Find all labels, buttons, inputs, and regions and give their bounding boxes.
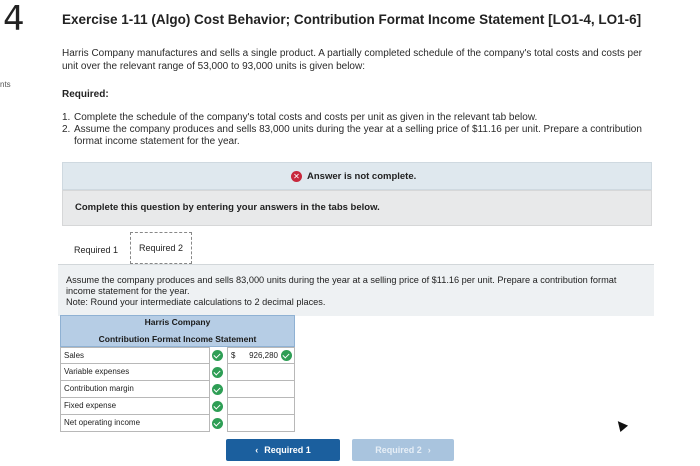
points-label: nts (0, 80, 11, 89)
next-button-label: Required 2 (375, 445, 422, 455)
row-label: Net operating income (60, 415, 210, 432)
row-label: Fixed expense (60, 398, 210, 415)
net-operating-income-input[interactable] (227, 415, 295, 432)
instruction-text: Complete this question by entering your … (75, 202, 380, 213)
row-label: Contribution margin (60, 381, 210, 398)
intro-text: Harris Company manufactures and sells a … (62, 48, 642, 72)
prev-button-label: Required 1 (264, 445, 311, 455)
table-row: Fixed expense (60, 398, 295, 415)
answer-status-text: Answer is not complete. (307, 171, 417, 182)
question-number: 4 (3, 0, 25, 39)
tab-panel: Assume the company produces and sells 83… (58, 264, 654, 316)
prev-required-button[interactable]: ‹ Required 1 (226, 439, 340, 461)
table-row: Net operating income (60, 415, 295, 432)
mouse-cursor-icon (613, 417, 629, 433)
panel-note: Note: Round your intermediate calculatio… (66, 297, 326, 307)
check-icon (212, 367, 223, 378)
chevron-right-icon: › (427, 445, 431, 455)
income-statement-table: Harris Company Contribution Format Incom… (60, 315, 295, 432)
currency-symbol: $ (231, 351, 236, 360)
table-row: Variable expenses (60, 364, 295, 381)
table-row: Contribution margin (60, 381, 295, 398)
requirements-list: 1. Complete the schedule of the company's… (62, 112, 652, 148)
table-row: Sales $ 926,280 (60, 347, 295, 364)
cell-value: 926,280 (249, 351, 278, 360)
check-icon (212, 384, 223, 395)
company-name: Harris Company (144, 317, 211, 327)
tab-required-2[interactable]: Required 2 (130, 232, 192, 264)
check-icon (212, 418, 223, 429)
panel-instructions: Assume the company produces and sells 83… (66, 275, 617, 296)
tab-required-1[interactable]: Required 1 (66, 236, 126, 264)
sales-input[interactable]: $ 926,280 (227, 347, 295, 364)
instruction-box: Complete this question by entering your … (62, 190, 652, 226)
check-icon (212, 401, 223, 412)
check-icon (212, 350, 223, 361)
row-label: Sales (60, 347, 210, 364)
requirement-item: 1. Complete the schedule of the company's… (62, 112, 538, 123)
answer-status-banner: ✕ Answer is not complete. (62, 162, 652, 190)
statement-title: Contribution Format Income Statement (98, 334, 257, 344)
next-required-button[interactable]: Required 2 › (352, 439, 454, 461)
x-circle-icon: ✕ (291, 171, 302, 182)
contribution-margin-input[interactable] (227, 381, 295, 398)
exercise-title: Exercise 1-11 (Algo) Cost Behavior; Cont… (62, 12, 642, 27)
chevron-left-icon: ‹ (255, 445, 259, 455)
row-label: Variable expenses (60, 364, 210, 381)
required-heading: Required: (62, 89, 109, 100)
check-icon (281, 350, 292, 361)
table-header: Harris Company Contribution Format Incom… (60, 315, 295, 347)
fixed-expense-input[interactable] (227, 398, 295, 415)
variable-expenses-input[interactable] (227, 364, 295, 381)
requirement-item: 2. Assume the company produces and sells … (62, 124, 642, 147)
